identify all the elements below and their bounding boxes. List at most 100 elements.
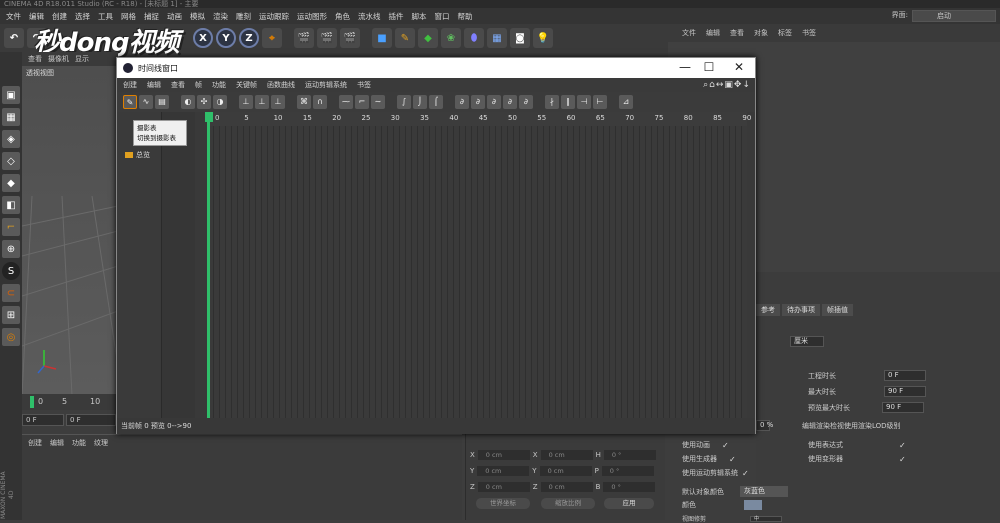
ease-out-icon[interactable]: ⌡ — [413, 95, 427, 109]
break-tangent-icon[interactable]: ⊢ — [593, 95, 607, 109]
x-axis-lock-button[interactable]: X — [193, 28, 213, 48]
attr-tab-interpolation[interactable]: 帧插值 — [822, 304, 853, 316]
timeline-playhead-handle[interactable] — [205, 112, 213, 122]
menu-character[interactable]: 角色 — [331, 11, 354, 22]
tangent-3-icon[interactable]: ∂ — [487, 95, 501, 109]
tweak-mode-icon[interactable]: ⊕ — [2, 240, 20, 258]
obj-menu-view[interactable]: 查看 — [730, 28, 744, 38]
z-axis-lock-button[interactable]: Z — [239, 28, 259, 48]
link-icon[interactable]: ⌘ — [297, 95, 311, 109]
current-frame-field[interactable]: 0 F — [66, 414, 116, 426]
tl-menu-create[interactable]: 创建 — [123, 80, 137, 90]
snap-icon[interactable]: S — [2, 262, 20, 280]
menu-tools[interactable]: 工具 — [94, 11, 117, 22]
timeline-ruler[interactable]: 0 5 10 15 20 25 30 35 40 45 50 55 60 65 70 75 80 85 90 — [207, 112, 751, 126]
apply-button[interactable]: 应用 — [604, 498, 654, 509]
tangent-1-icon[interactable]: ∂ — [455, 95, 469, 109]
y-axis-lock-button[interactable]: Y — [216, 28, 236, 48]
menu-edit[interactable]: 编辑 — [25, 11, 48, 22]
key-right-icon[interactable]: ◑ — [213, 95, 227, 109]
points-mode-icon[interactable]: ◇ — [2, 152, 20, 170]
default-color-select[interactable]: 灰蓝色 — [740, 486, 788, 497]
auto-tangent-icon[interactable]: ⊿ — [619, 95, 633, 109]
subdivision-icon[interactable]: ◆ — [418, 28, 438, 48]
tangent-4-icon[interactable]: ∂ — [503, 95, 517, 109]
lock-icon[interactable]: ⊞ — [2, 306, 20, 324]
key-mid-icon[interactable]: ✣ — [197, 95, 211, 109]
use-motion-clip-checkbox[interactable]: ✓ — [742, 469, 751, 478]
material-menu-edit[interactable]: 编辑 — [50, 438, 64, 448]
tl-menu-motion-clip[interactable]: 运动剪辑系统 — [305, 80, 347, 90]
menu-mesh[interactable]: 网格 — [117, 11, 140, 22]
undo-icon[interactable]: ↶ — [4, 28, 24, 48]
model-mode-icon[interactable]: ▣ — [2, 86, 20, 104]
floor-icon[interactable]: ▦ — [487, 28, 507, 48]
attr-tab-reference[interactable]: 参考 — [756, 304, 780, 316]
viewport-menu-camera[interactable]: 摄像机 — [48, 54, 69, 64]
array-icon[interactable]: ❀ — [441, 28, 461, 48]
use-deformers-checkbox[interactable]: ✓ — [899, 455, 908, 464]
key-add3-icon[interactable]: ⊥ — [271, 95, 285, 109]
tl-menu-bookmarks[interactable]: 书签 — [357, 80, 371, 90]
use-animation-checkbox[interactable]: ✓ — [722, 441, 731, 450]
obj-menu-tags[interactable]: 标签 — [778, 28, 792, 38]
workplane-icon[interactable]: ◈ — [2, 130, 20, 148]
polygons-mode-icon[interactable]: ◧ — [2, 196, 20, 214]
edges-mode-icon[interactable]: ◆ — [2, 174, 20, 192]
start-frame-field[interactable]: 0 F — [22, 414, 64, 426]
render-view-icon[interactable]: 🎬 — [294, 28, 314, 48]
tangent-5-icon[interactable]: ∂ — [519, 95, 533, 109]
menu-plugins[interactable]: 插件 — [385, 11, 408, 22]
menu-sculpt[interactable]: 雕刻 — [232, 11, 255, 22]
color-swatch[interactable] — [744, 500, 762, 510]
camera-icon[interactable]: ◙ — [510, 28, 530, 48]
material-menu-create[interactable]: 创建 — [28, 438, 42, 448]
menu-render[interactable]: 渲染 — [209, 11, 232, 22]
pen-icon[interactable]: ✎ — [395, 28, 415, 48]
mini-timeline[interactable]: 0 5 10 — [22, 394, 118, 410]
minimize-button[interactable]: — — [677, 60, 693, 74]
summary-track[interactable]: 总览 — [125, 150, 150, 160]
render-picture-viewer-icon[interactable]: 🎬 — [317, 28, 337, 48]
menu-file[interactable]: 文件 — [2, 11, 25, 22]
use-expressions-checkbox[interactable]: ✓ — [899, 441, 908, 450]
step-icon[interactable]: ⌐ — [355, 95, 369, 109]
tl-menu-fcurve[interactable]: 函数曲线 — [267, 80, 295, 90]
light-icon[interactable]: 💡 — [533, 28, 553, 48]
menu-animate[interactable]: 动画 — [163, 11, 186, 22]
cube-icon[interactable]: ■ — [372, 28, 392, 48]
obj-menu-bookmarks[interactable]: 书签 — [802, 28, 816, 38]
ease-in-icon[interactable]: ∫ — [397, 95, 411, 109]
texture-mode-icon[interactable]: ▦ — [2, 108, 20, 126]
soft-selection-icon[interactable]: ◎ — [2, 328, 20, 346]
material-menu-texture[interactable]: 纹理 — [94, 438, 108, 448]
zero-length-icon[interactable]: ∥ — [561, 95, 575, 109]
linear-icon[interactable]: ⁓ — [339, 95, 353, 109]
axis-mode-icon[interactable]: ⌐ — [2, 218, 20, 236]
fcurve-mode-icon[interactable]: ∿ — [139, 95, 153, 109]
menu-pipeline[interactable]: 流水线 — [354, 11, 385, 22]
menu-motion-tracking[interactable]: 运动跟踪 — [255, 11, 293, 22]
obj-menu-objects[interactable]: 对象 — [754, 28, 768, 38]
coord-position-z[interactable]: 0 cm — [477, 482, 530, 492]
lod-percent-field[interactable]: 0 % — [756, 420, 773, 431]
timeline-playhead[interactable] — [207, 112, 210, 418]
timeline-grid[interactable] — [207, 126, 747, 418]
coord-rotation-h[interactable]: 0 ° — [603, 450, 656, 460]
max-length-field[interactable]: 90 F — [884, 386, 926, 397]
key-add2-icon[interactable]: ⊥ — [255, 95, 269, 109]
spline-icon[interactable]: ∼ — [371, 95, 385, 109]
tangent-2-icon[interactable]: ∂ — [471, 95, 485, 109]
tl-menu-edit[interactable]: 编辑 — [147, 80, 161, 90]
view-clip-select[interactable]: 中 — [750, 515, 783, 522]
ease-both-icon[interactable]: ⌠ — [429, 95, 443, 109]
scale-select[interactable]: 缩放比例 — [541, 498, 595, 509]
use-generators-checkbox[interactable]: ✓ — [729, 455, 738, 464]
unlink-icon[interactable]: ∩ — [313, 95, 327, 109]
obj-menu-file[interactable]: 文件 — [682, 28, 696, 38]
coord-size-z[interactable]: 0 cm — [540, 482, 593, 492]
coord-rotation-p[interactable]: 0 ° — [601, 466, 654, 476]
coord-rotation-b[interactable]: 0 ° — [603, 482, 656, 492]
coordinate-system-icon[interactable]: ⌖ — [262, 28, 282, 48]
viewport-menu-view[interactable]: 查看 — [28, 54, 42, 64]
